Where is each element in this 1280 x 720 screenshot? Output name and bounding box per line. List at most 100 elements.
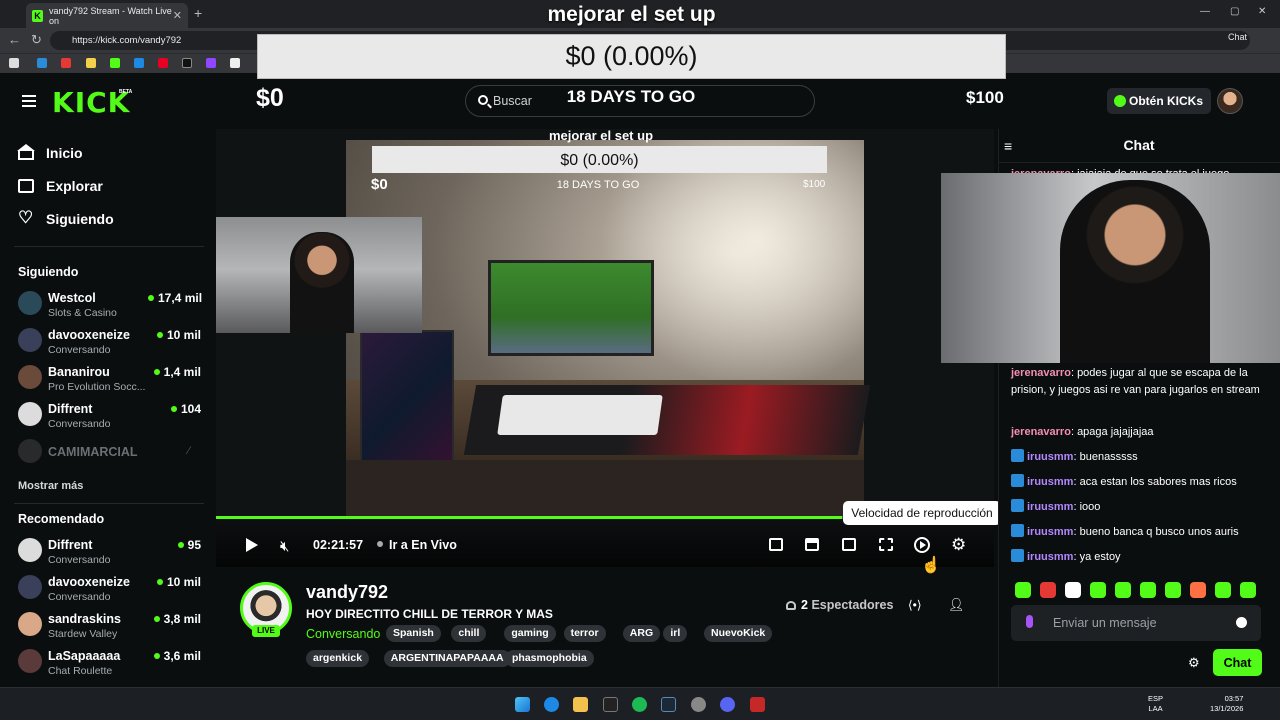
mute-icon[interactable]: 🔇︎ <box>280 538 289 555</box>
miniplayer-icon[interactable] <box>769 538 783 551</box>
nav-following[interactable]: Siguiendo <box>18 208 114 228</box>
bookmark-icon[interactable] <box>86 58 96 68</box>
channel-category: Slots & Casino <box>48 307 117 319</box>
nav-explore[interactable]: Explorar <box>18 178 103 194</box>
chat-username[interactable]: iruusmm <box>1027 476 1073 488</box>
voicemod-icon[interactable] <box>750 697 765 712</box>
file-explorer-icon[interactable] <box>573 697 588 712</box>
stream-tag[interactable]: ARGENTINAPAPAAAA <box>383 650 511 667</box>
settings-gear-icon[interactable]: ⚙ <box>951 535 966 555</box>
obs-icon[interactable] <box>691 697 706 712</box>
chat-text: apaga jajajjajaa <box>1077 426 1154 438</box>
emoji-icon[interactable] <box>1236 617 1247 628</box>
stream-tag[interactable]: irl <box>663 625 688 642</box>
chat-settings-icon[interactable]: ⚙ <box>1188 655 1200 671</box>
emote-icon[interactable] <box>1190 582 1206 598</box>
chat-send-button[interactable]: Chat <box>1213 649 1262 676</box>
stream-tag[interactable]: Spanish <box>386 625 441 642</box>
kick-bookmark-icon[interactable] <box>110 58 120 68</box>
microphone-icon[interactable] <box>1026 615 1033 628</box>
nested-goal-target: $100 <box>803 179 826 190</box>
channel-name: Diffrent <box>48 402 93 416</box>
chat-title: Chat <box>1123 137 1155 153</box>
channel-viewers: 3,8 mil <box>163 612 201 626</box>
emote-icon[interactable] <box>1140 582 1156 598</box>
emote-icon[interactable] <box>1040 582 1056 598</box>
nested-goal-amount: $0 (0.00%) <box>560 152 639 169</box>
stream-tag[interactable]: terror <box>563 625 606 642</box>
twitch-bookmark-icon[interactable] <box>206 58 216 68</box>
chat-username[interactable]: jerenavarro <box>1011 367 1071 379</box>
theater-mode-icon[interactable] <box>842 538 856 551</box>
bookmark-icon[interactable] <box>37 58 47 68</box>
share-icon[interactable]: ⟨•⟩ <box>908 598 922 612</box>
channel-avatar <box>18 538 42 562</box>
channel-name: sandraskins <box>48 612 121 626</box>
steam-icon[interactable] <box>661 697 676 712</box>
video-floor <box>346 460 864 516</box>
reload-icon[interactable]: ↻ <box>31 32 42 48</box>
pinterest-bookmark-icon[interactable] <box>158 58 168 68</box>
viewer-count-number: 2 <box>801 598 808 612</box>
stream-tag[interactable]: NuevoKick <box>704 625 773 642</box>
spotify-icon[interactable] <box>632 697 647 712</box>
viewer-count-label: Espectadores <box>811 598 894 612</box>
chat-username[interactable]: iruusmm <box>1027 451 1073 463</box>
stream-tag[interactable]: phasmophobia <box>505 650 594 667</box>
chat-username[interactable]: jerenavarro <box>1011 426 1071 438</box>
channel-viewers: 3,6 mil <box>163 649 201 663</box>
chat-username[interactable]: iruusmm <box>1027 526 1073 538</box>
edge-icon[interactable] <box>544 697 559 712</box>
go-live-label: Ir a En Vivo <box>389 538 457 552</box>
viewer-count-badge: 10 mil <box>148 328 201 342</box>
chat-username[interactable]: iruusmm <box>1027 551 1073 563</box>
chat-username[interactable]: iruusmm <box>1027 501 1073 513</box>
playback-speed-icon[interactable] <box>914 537 930 553</box>
browser-chat-button[interactable]: Chat <box>1228 32 1247 42</box>
discord-icon[interactable] <box>720 697 735 712</box>
fullscreen-icon[interactable] <box>879 538 893 551</box>
start-icon[interactable] <box>515 697 530 712</box>
emote-icon[interactable] <box>1215 582 1231 598</box>
system-clock[interactable]: 03:57 13/1/2026 <box>1210 694 1243 714</box>
bookmark-icon[interactable] <box>9 58 19 68</box>
channel-viewers: 95 <box>187 538 201 552</box>
chat-message: iruusmm: ya estoy <box>1011 549 1261 566</box>
bookmark-icon[interactable] <box>134 58 144 68</box>
emote-icon[interactable] <box>1115 582 1131 598</box>
lang-code: ESP <box>1148 694 1164 703</box>
emote-icon[interactable] <box>1015 582 1031 598</box>
streamer-name[interactable]: vandy792 <box>306 582 388 603</box>
collapse-chat-icon[interactable]: ≡ <box>1004 138 1012 154</box>
channel-category: Conversando <box>48 344 111 356</box>
chat-text: iooo <box>1079 501 1101 513</box>
tiktok-bookmark-icon[interactable] <box>182 58 192 68</box>
offline-icon: ⁄ <box>188 445 190 457</box>
clip-icon[interactable] <box>805 538 819 551</box>
follow-user-icon[interactable]: 👤︎ <box>948 597 965 613</box>
stream-tag[interactable]: ARG <box>622 625 661 642</box>
youtube-bookmark-icon[interactable] <box>61 58 71 68</box>
video-pc-case <box>360 330 454 480</box>
show-more-link[interactable]: Mostrar más <box>18 480 83 492</box>
emote-icon[interactable] <box>1090 582 1106 598</box>
nav-home[interactable]: Inicio <box>17 144 83 161</box>
input-language[interactable]: ESP LAA <box>1148 694 1163 714</box>
stream-tag[interactable]: chill <box>451 625 487 642</box>
category-link[interactable]: Conversando <box>306 627 380 641</box>
back-icon[interactable]: ← <box>8 32 21 47</box>
channel-avatar <box>18 649 42 673</box>
epic-games-icon[interactable] <box>603 697 618 712</box>
viewer-count-badge: 95 <box>148 538 201 552</box>
play-icon[interactable] <box>246 538 258 552</box>
bookmark-icon[interactable] <box>230 58 240 68</box>
emote-icon[interactable] <box>1240 582 1256 598</box>
emote-icon[interactable] <box>1065 582 1081 598</box>
home-icon <box>17 144 35 160</box>
stream-tag[interactable]: argenkick <box>306 650 370 667</box>
go-live-button[interactable]: Ir a En Vivo <box>377 538 457 552</box>
mouse-cursor-icon: ☝ <box>921 557 941 574</box>
stream-tag[interactable]: gaming <box>504 625 556 642</box>
seek-bar-fill <box>216 516 843 519</box>
emote-icon[interactable] <box>1165 582 1181 598</box>
